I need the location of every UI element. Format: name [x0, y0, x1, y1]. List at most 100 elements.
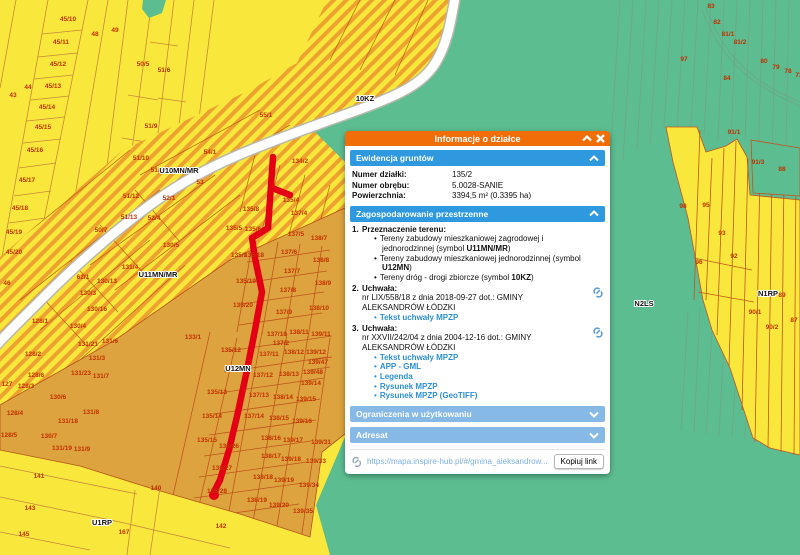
parcel-number-label: 51/10: [133, 155, 150, 162]
parcel-number-label: 139/31: [311, 439, 331, 446]
section-header-zagospodarowanie[interactable]: Zagospodarowanie przestrzenne: [350, 206, 605, 222]
parcel-number-label: 139/35: [293, 508, 313, 515]
parcel-number-label: 138/10: [309, 305, 329, 312]
parcel-number-label: 135/14: [202, 413, 222, 420]
parcel-number-label: 145: [19, 531, 30, 538]
parcel-number-label: 139/47: [308, 359, 328, 366]
document-link[interactable]: Rysunek MPZP (GeoTIFF): [380, 391, 478, 400]
land-use-bullet: Tereny dróg - drogi zbiorcze (symbol 10K…: [374, 273, 589, 283]
resolution-2-text: ALEKSANDRÓW ŁÓDZKI: [362, 343, 589, 353]
parcel-number-label: 82: [713, 19, 721, 26]
parcel-number-label: 131/23: [71, 370, 91, 377]
parcel-number-label: 138/13: [279, 371, 299, 378]
zone-code-label: U10MN/MR: [159, 166, 199, 175]
parcel-number-label: 45/19: [6, 229, 23, 236]
zoning-content: 1. Przeznaczenie terenu: Tereny zabudowy…: [350, 222, 605, 402]
parcel-number-label: 128/6: [28, 372, 45, 379]
parcel-number-label: 128/3: [18, 383, 35, 390]
parcel-number-label: 131/3: [89, 355, 106, 362]
parcel-number-label: 46: [3, 280, 11, 287]
parcel-number-label: 128/1: [32, 318, 49, 325]
document-link[interactable]: Tekst uchwały MPZP: [380, 353, 459, 362]
resolution-1-text: ALEKSANDRÓW ŁÓDZKI: [362, 303, 589, 313]
field-row: Numer działki:135/2: [352, 170, 603, 181]
parcel-number-label: 139/48: [303, 369, 323, 376]
parcel-number-label: 167: [119, 529, 130, 536]
collapse-icon[interactable]: [582, 135, 592, 142]
field-row: Powierzchnia:3394,5 m² (0.3395 ha): [352, 191, 603, 202]
parcel-number-label: 128/2: [25, 351, 42, 358]
parcel-number-label: 135/5: [226, 225, 243, 232]
parcel-number-label: 45/20: [6, 249, 23, 256]
parcel-number-label: 139/14: [301, 380, 321, 387]
parcel-number-label: 43: [9, 92, 17, 99]
parcel-number-label: 135/26: [219, 443, 239, 450]
parcel-number-label: 44: [24, 84, 32, 91]
parcel-number-label: 139/11: [311, 331, 331, 338]
parcel-number-label: 45/14: [39, 104, 56, 111]
parcel-number-label: 135/4: [283, 197, 300, 204]
attachment-icon[interactable]: [592, 325, 603, 341]
parcel-number-label: 73: [795, 72, 800, 79]
parcel-number-label: 137/2: [273, 340, 290, 347]
copy-link-button[interactable]: Kopiuj link: [554, 454, 604, 469]
chevron-up-icon: [589, 210, 599, 217]
parcel-number-label: 137/6: [281, 249, 298, 256]
parcel-number-label: 138/16: [261, 435, 281, 442]
resolution-item-2: 3. Uchwała: nr XXVII/242/04 z dnia 2004-…: [352, 324, 603, 402]
parcel-number-label: 139/34: [299, 482, 319, 489]
land-use-bullets: Tereny zabudowy mieszkaniowej zagrodowej…: [362, 234, 589, 283]
parcel-number-label: 78: [784, 68, 792, 75]
parcel-number-label: 97: [680, 56, 688, 63]
parcel-number-label: 130/16: [87, 306, 107, 313]
parcel-number-label: 95: [702, 202, 710, 209]
parcel-number-label: 81/1: [722, 31, 735, 38]
parcel-number-label: 137/12: [253, 372, 273, 379]
zone-code-label: N2LS: [634, 299, 653, 308]
document-link[interactable]: Legenda: [380, 372, 413, 381]
parcel-number-label: 138/12: [284, 349, 304, 356]
parcel-number-label: 139/33: [306, 458, 326, 465]
parcel-number-label: 45/12: [50, 61, 67, 68]
section-header-adresat[interactable]: Adresat: [350, 427, 605, 443]
parcel-number-label: 143: [25, 505, 36, 512]
attachment-icon[interactable]: [592, 285, 603, 301]
parcel-number-label: 130/3: [80, 290, 97, 297]
chevron-down-icon: [589, 432, 599, 439]
section-header-ograniczenia[interactable]: Ograniczenia w użytkowaniu: [350, 406, 605, 422]
section-header-ewidencja[interactable]: Ewidencja gruntów: [350, 150, 605, 166]
parcel-number-label: 91/3: [752, 159, 765, 166]
parcel-number-label: 141: [34, 473, 45, 480]
parcel-number-label: 45/10: [60, 16, 77, 23]
parcel-number-label: 138/19: [247, 497, 267, 504]
close-icon[interactable]: [596, 134, 605, 143]
chevron-up-icon: [589, 155, 599, 162]
document-link[interactable]: Tekst uchwały MPZP: [380, 313, 459, 322]
resolution-item-1: 2. Uchwała: nr LIX/558/18 z dnia 2018-09…: [352, 284, 603, 323]
parcel-number-label: 131/18: [58, 418, 78, 425]
zone-code-label: U11MN/MR: [139, 270, 178, 279]
land-use-item: 1. Przeznaczenie terenu: Tereny zabudowy…: [352, 225, 603, 283]
parcel-number-label: 50/5: [137, 61, 150, 68]
parcel-number-label: 138/7: [311, 235, 328, 242]
resolution-1-text: nr LIX/558/18 z dnia 2018-09-27 dot.: GM…: [362, 293, 589, 303]
popup-header[interactable]: Informacje o działce: [345, 131, 610, 146]
parcel-number-label: 51/12: [123, 193, 140, 200]
parcel-number-label: 89: [778, 292, 786, 299]
parcel-number-label: 131/4: [122, 264, 139, 271]
parcel-number-label: 139/18: [281, 456, 301, 463]
parcel-number-label: 130/6: [50, 394, 67, 401]
parcel-number-label: 139/17: [283, 437, 303, 444]
parcel-number-label: 131/21: [78, 341, 98, 348]
parcel-number-label: 130/7: [41, 433, 58, 440]
popup-footer: https://mapa.inspire-hub.pl/#/gmina_alek…: [350, 449, 605, 471]
parcel-number-label: 135/13: [207, 389, 227, 396]
parcel-number-label: 131/9: [74, 446, 91, 453]
document-link[interactable]: Rysunek MPZP: [380, 382, 438, 391]
parcel-number-label: 135/20: [233, 302, 253, 309]
document-link[interactable]: APP - GML: [380, 362, 421, 371]
share-url[interactable]: https://mapa.inspire-hub.pl/#/gmina_alek…: [367, 457, 549, 466]
parcel-number-label: 142: [216, 523, 227, 530]
parcel-number-label: 131/19: [52, 445, 72, 452]
parcel-number-label: 135/18: [244, 252, 264, 259]
